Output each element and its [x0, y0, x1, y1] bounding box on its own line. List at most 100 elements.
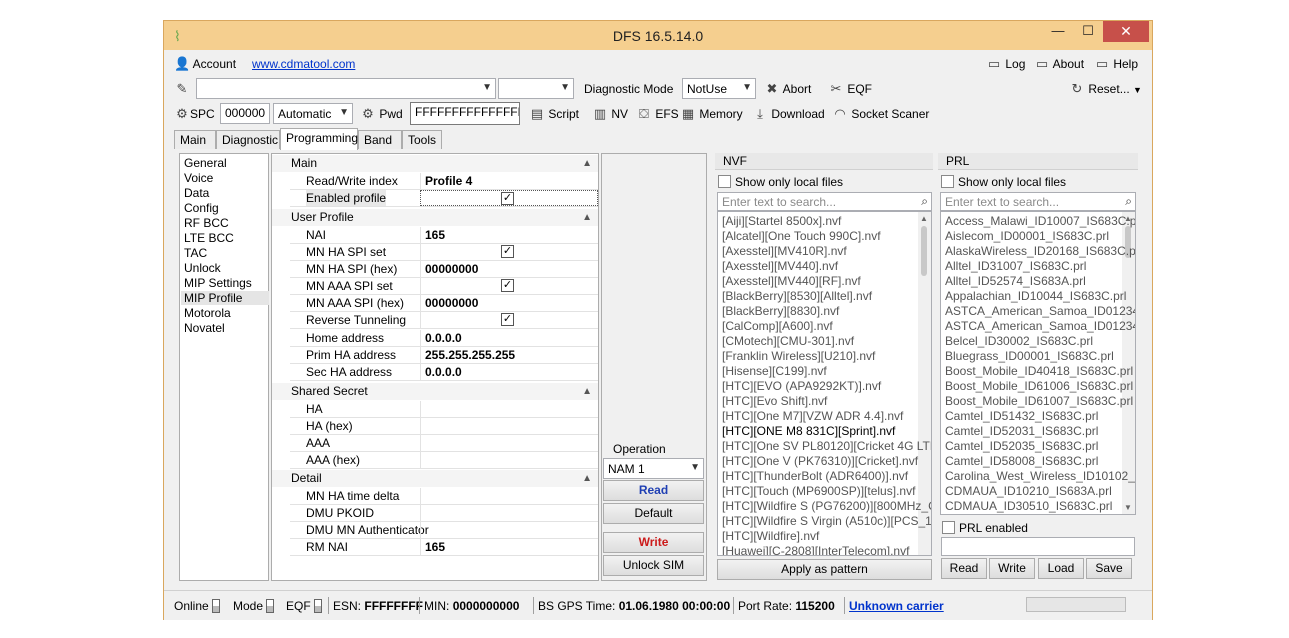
carrier-link[interactable]: Unknown carrier [849, 599, 944, 613]
reverse-tunneling-checkbox[interactable]: ✓ [501, 313, 514, 326]
list-item[interactable]: CDMAUA_ID30510_IS683C.prl [945, 499, 1112, 514]
list-item[interactable]: [HTC][Wildfire S Virgin (A510c)][PCS_1 [722, 514, 931, 529]
nav-item-data[interactable]: Data [184, 186, 209, 200]
port-select[interactable]: ▼ [196, 78, 496, 99]
nav-item-mip-profile[interactable]: MIP Profile [181, 291, 269, 305]
nvf-search-input[interactable]: Enter text to search... ⌕ [717, 192, 932, 211]
nam-select[interactable]: NAM 1 ▼ [603, 458, 704, 479]
prl-read-button[interactable]: Read [941, 558, 987, 579]
property-row[interactable]: AAA [290, 435, 598, 452]
apply-as-pattern-button[interactable]: Apply as pattern [717, 559, 932, 580]
eqf-button[interactable]: ✂ EQF [828, 81, 872, 97]
prl-file-list[interactable]: ▲ ▼ Access_Malawi_ID10007_IS683C.p Aisleco… [940, 211, 1136, 515]
plug-icon[interactable]: ✎ [174, 81, 190, 97]
list-item[interactable]: Alltel_ID52574_IS683A.prl [945, 274, 1086, 289]
section-header-main[interactable]: Main ▲ [272, 155, 598, 172]
nav-item-unlock[interactable]: Unlock [184, 261, 221, 275]
list-item[interactable]: Camtel_ID52035_IS683C.prl [945, 439, 1098, 454]
list-item[interactable]: [CalComp][A600].nvf [722, 319, 833, 334]
list-item[interactable]: [BlackBerry][8830].nvf [722, 304, 839, 319]
list-item[interactable]: [Axesstel][MV440].nvf [722, 259, 838, 274]
list-item[interactable]: [BlackBerry][8530][Alltel].nvf [722, 289, 872, 304]
list-item[interactable]: Aislecom_ID00001_IS683C.prl [945, 229, 1109, 244]
list-item[interactable]: [Alcatel][One Touch 990C].nvf [722, 229, 881, 244]
efs-button[interactable]: ⛋ EFS [636, 106, 679, 122]
abort-button[interactable]: ✖ Abort [764, 81, 812, 97]
nav-item-rf-bcc[interactable]: RF BCC [184, 216, 229, 230]
property-row[interactable]: MN AAA SPI (hex) 00000000 [290, 295, 598, 312]
download-button[interactable]: ⤓ Download [752, 106, 825, 122]
nav-item-config[interactable]: Config [184, 201, 219, 215]
section-header-user-profile[interactable]: User Profile ▲ [272, 209, 598, 226]
list-item[interactable]: [HTC][Touch (MP6900SP)][telus].nvf [722, 484, 915, 499]
enabled-profile-checkbox[interactable]: ✓ [501, 192, 514, 205]
property-row[interactable]: MN HA SPI (hex) 00000000 [290, 261, 598, 278]
port-type-select[interactable]: ▼ [498, 78, 574, 99]
mn-ha-spi-set-checkbox[interactable]: ✓ [501, 245, 514, 258]
tab-band[interactable]: Band [358, 130, 402, 149]
list-item[interactable]: Camtel_ID51432_IS683C.prl [945, 409, 1098, 424]
list-item[interactable]: [HTC][Evo Shift].nvf [722, 394, 827, 409]
nav-item-mip-settings[interactable]: MIP Settings [184, 276, 252, 290]
list-item[interactable]: Belcel_ID30002_IS683C.prl [945, 334, 1093, 349]
spc-mode-select[interactable]: Automatic ▼ [273, 103, 353, 124]
nav-item-voice[interactable]: Voice [184, 171, 213, 185]
collapse-icon[interactable]: ▲ [582, 383, 592, 400]
list-item[interactable]: [HTC][Wildfire S (PG76200)][800MHz_C [722, 499, 931, 514]
nav-item-novatel[interactable]: Novatel [184, 321, 225, 335]
list-item[interactable]: [Franklin Wireless][U210].nvf [722, 349, 875, 364]
read-button[interactable]: Read [603, 480, 704, 501]
list-item[interactable]: [HTC][One V (PK76310)][Cricket].nvf [722, 454, 918, 469]
about-button[interactable]: ▭ About [1034, 56, 1084, 72]
prl-load-button[interactable]: Load [1038, 558, 1084, 579]
nvf-local-only-checkbox[interactable]: Show only local files [718, 175, 843, 189]
tab-main[interactable]: Main [174, 130, 216, 149]
prl-write-button[interactable]: Write [989, 558, 1035, 579]
property-row[interactable]: RM NAI 165 [290, 539, 598, 556]
nvf-file-list[interactable]: ▲ [Aiji][Startel 8500x].nvf [Alcatel][One… [717, 211, 932, 556]
list-item[interactable]: [HTC][One M7][VZW ADR 4.4].nvf [722, 409, 903, 424]
list-item[interactable]: Boost_Mobile_ID61007_IS683C.prl [945, 394, 1133, 409]
collapse-icon[interactable]: ▲ [582, 470, 592, 487]
account-menu[interactable]: 👤 Account [174, 56, 236, 72]
list-item[interactable]: [Huawei][C-2808][InterTelecom].nvf [722, 544, 909, 555]
property-row[interactable]: Read/Write index Profile 4 [290, 173, 598, 190]
list-item[interactable]: AlaskaWireless_ID20168_IS683C.p [945, 244, 1135, 259]
tab-programming[interactable]: Programming [280, 128, 358, 150]
prl-local-only-checkbox[interactable]: Show only local files [941, 175, 1066, 189]
property-row[interactable]: Prim HA address 255.255.255.255 [290, 347, 598, 364]
nav-item-tac[interactable]: TAC [184, 246, 207, 260]
reset-button[interactable]: ↻ Reset... ▼ [1069, 81, 1142, 98]
list-item[interactable]: Alltel_ID31007_IS683C.prl [945, 259, 1086, 274]
property-row[interactable]: Enabled profile ✓ [290, 190, 598, 207]
property-row[interactable]: MN HA time delta [290, 488, 598, 505]
scroll-down-icon[interactable]: ▼ [1124, 503, 1132, 512]
nv-button[interactable]: ▥ NV [592, 106, 628, 122]
nav-item-lte-bcc[interactable]: LTE BCC [184, 231, 234, 245]
list-item[interactable]: Boost_Mobile_ID40418_IS683C.prl [945, 364, 1133, 379]
memory-button[interactable]: ▦ Memory [680, 106, 743, 122]
collapse-icon[interactable]: ▲ [582, 209, 592, 226]
property-row[interactable]: DMU PKOID [290, 505, 598, 522]
property-row[interactable]: MN HA SPI set ✓ [290, 244, 598, 261]
list-item[interactable]: Appalachian_ID10044_IS683C.prl [945, 289, 1126, 304]
nav-item-motorola[interactable]: Motorola [184, 306, 231, 320]
section-header-detail[interactable]: Detail ▲ [272, 470, 598, 487]
help-button[interactable]: ▭ Help [1094, 56, 1138, 72]
prl-enabled-checkbox[interactable]: PRL enabled [942, 521, 1028, 535]
list-item[interactable]: [HTC][ONE M8 831C][Sprint].nvf [722, 424, 895, 439]
website-link[interactable]: www.cdmatool.com [252, 56, 355, 72]
scroll-thumb[interactable] [921, 226, 927, 276]
minimize-button[interactable]: — [1044, 21, 1072, 42]
scroll-up-icon[interactable]: ▲ [920, 214, 928, 223]
prl-search-input[interactable]: Enter text to search... ⌕ [940, 192, 1136, 211]
mn-aaa-spi-set-checkbox[interactable]: ✓ [501, 279, 514, 292]
nav-item-general[interactable]: General [184, 156, 227, 170]
list-item[interactable]: [Axesstel][MV410R].nvf [722, 244, 847, 259]
list-item[interactable]: [HTC][EVO (APA9292KT)].nvf [722, 379, 881, 394]
collapse-icon[interactable]: ▲ [582, 155, 592, 172]
property-row[interactable]: HA (hex) [290, 418, 598, 435]
section-header-shared-secret[interactable]: Shared Secret ▲ [272, 383, 598, 400]
list-item[interactable]: ASTCA_American_Samoa_ID01234 [945, 319, 1135, 334]
list-item[interactable]: [Aiji][Startel 8500x].nvf [722, 214, 841, 229]
